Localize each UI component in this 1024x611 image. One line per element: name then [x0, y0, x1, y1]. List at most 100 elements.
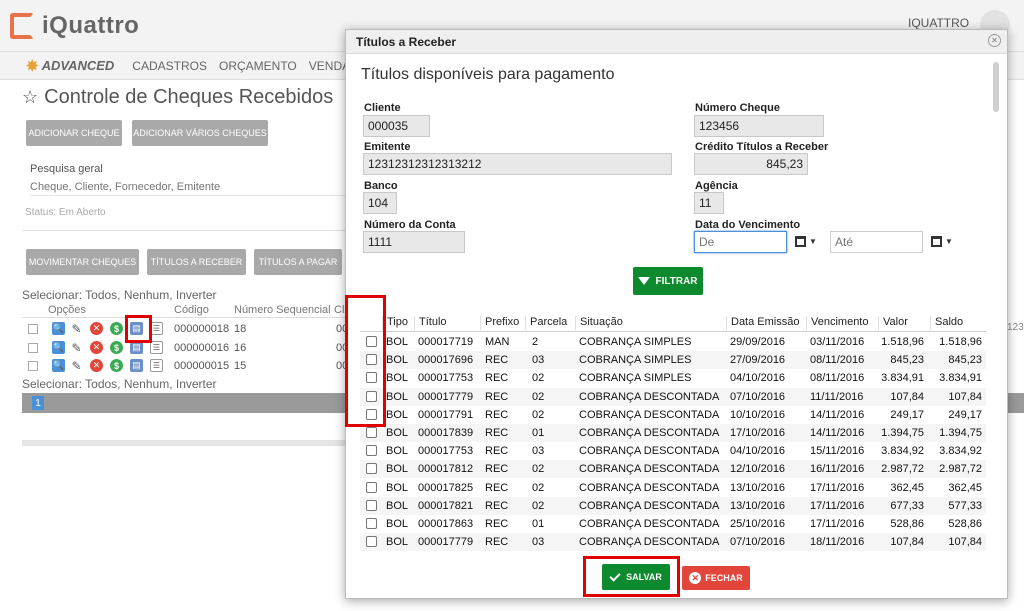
col-parcela[interactable]: Parcela [525, 316, 567, 330]
cell-titulo: 000017863 [418, 518, 474, 530]
numero-cheque-label: Número Cheque [695, 102, 780, 114]
cell-prefixo: REC [485, 445, 509, 458]
row-checkbox[interactable] [28, 361, 38, 371]
delete-icon[interactable]: ✕ [90, 341, 103, 354]
table-row[interactable]: BOL 000017812 REC 02 COBRANÇA DESCONTADA 12/1… [360, 460, 986, 479]
date-from-input[interactable] [694, 231, 787, 253]
col-data-emissao[interactable]: Data Emissão [726, 316, 799, 330]
col-opcoes: Opções [48, 304, 86, 316]
cell-saldo: 3.834,92 [939, 445, 982, 458]
dollar-icon[interactable]: $ [110, 359, 123, 372]
favorite-star-icon[interactable]: ☆ [22, 87, 38, 108]
date-to-input[interactable] [830, 231, 923, 253]
add-check-button[interactable]: ADICIONAR CHEQUE [26, 120, 122, 146]
edit-icon[interactable]: ✎ [70, 359, 83, 373]
cell-vencimento: 14/11/2016 [810, 408, 865, 421]
receivables-button[interactable]: TÍTULOS A RECEBER [147, 249, 246, 275]
col-prefixo[interactable]: Prefixo [480, 316, 519, 330]
gear-star-icon: ✸ [26, 57, 39, 75]
table-row[interactable]: BOL 000017753 REC 03 COBRANÇA DESCONTADA 04/1… [360, 442, 986, 460]
brand-advanced: ✸ ADVANCED [26, 57, 114, 75]
select-options-top[interactable]: Selecionar: Todos, Nenhum, Inverter [22, 288, 217, 302]
table-row[interactable]: BOL 000017863 REC 01 COBRANÇA DESCONTADA 25/1… [360, 515, 986, 533]
cell-situacao: COBRANÇA SIMPLES [579, 354, 692, 367]
row-checkbox[interactable] [366, 499, 377, 511]
table-row[interactable]: BOL 000017779 REC 02 COBRANÇA DESCONTADA 07/1… [360, 387, 986, 406]
table-row[interactable]: BOL 000017825 REC 02 COBRANÇA DESCONTADA 13/1… [360, 479, 986, 497]
search-icon[interactable]: 🔍 [52, 341, 65, 354]
col-numero-sequencial: Número Sequencial [234, 304, 331, 316]
vertical-scrollbar[interactable] [993, 62, 999, 112]
user-name[interactable]: IQUATTRO [908, 16, 969, 30]
page-number-button[interactable]: 1 [32, 396, 44, 410]
caret-down-icon: ▼ [809, 237, 817, 246]
table-row[interactable]: BOL 000017779 REC 03 COBRANÇA DESCONTADA 07/1… [360, 533, 986, 552]
edit-icon[interactable]: ✎ [70, 322, 83, 336]
list-icon[interactable]: ☰ [150, 359, 163, 372]
cell-saldo: 577,33 [948, 499, 982, 512]
col-cl: Cl [334, 304, 345, 316]
row-checkbox[interactable] [366, 536, 377, 548]
table-row[interactable]: BOL 000017791 REC 02 COBRANÇA DESCONTADA 10/1… [360, 406, 986, 424]
col-titulo[interactable]: Título [414, 316, 447, 330]
table-row[interactable]: BOL 000017753 REC 02 COBRANÇA SIMPLES 04/10/2… [360, 369, 986, 387]
col-situacao[interactable]: Situação [575, 316, 623, 330]
delete-icon[interactable]: ✕ [90, 359, 103, 372]
cell-saldo: 845,23 [948, 354, 982, 367]
delete-icon[interactable]: ✕ [90, 322, 103, 335]
dollar-icon[interactable]: $ [110, 322, 123, 335]
cell-tipo: BOL [386, 536, 409, 549]
row-checkbox[interactable] [28, 343, 38, 353]
close-icon[interactable]: ✕ [988, 34, 1001, 47]
table-row[interactable]: BOL 000017821 REC 02 COBRANÇA DESCONTADA 13/1… [360, 496, 986, 515]
cell-vencimento: 17/11/2016 [810, 481, 865, 494]
table-row[interactable]: BOL 000017839 REC 01 COBRANÇA DESCONTADA 17/1… [360, 424, 986, 442]
search-icon[interactable]: 🔍 [52, 359, 65, 372]
select-options-bottom[interactable]: Selecionar: Todos, Nenhum, Inverter [22, 377, 217, 391]
date-from-picker[interactable]: ▼ [795, 236, 817, 247]
horizontal-scrollbar[interactable] [22, 440, 352, 446]
col-vencimento[interactable]: Vencimento [806, 316, 868, 330]
payables-button[interactable]: TÍTULOS A PAGAR [254, 249, 342, 275]
add-many-checks-button[interactable]: ADICIONAR VÁRIOS CHEQUES [132, 120, 268, 146]
app-logo[interactable]: iQuattro [10, 12, 139, 40]
cell-prefixo: REC [485, 481, 509, 494]
row-checkbox[interactable] [366, 463, 377, 475]
cell-vencimento: 03/11/2016 [810, 336, 865, 348]
search-input[interactable] [30, 178, 350, 196]
dollar-icon[interactable]: $ [110, 341, 123, 354]
cell-situacao: COBRANÇA DESCONTADA [579, 445, 720, 458]
cell-tipo: BOL [386, 336, 409, 348]
menu-item-cadastros[interactable]: CADASTROS [132, 59, 207, 73]
row-checkbox[interactable] [28, 324, 38, 334]
filter-button[interactable]: FILTRAR [633, 267, 703, 295]
close-circle-icon: ✕ [689, 572, 702, 584]
cell-vencimento: 16/11/2016 [810, 463, 865, 476]
cell-tipo: BOL [386, 372, 409, 385]
cell-tipo: BOL [386, 408, 409, 421]
highlight-box-save [583, 556, 680, 597]
edit-icon[interactable]: ✎ [70, 341, 83, 355]
table-row: 🔍 ✎ ✕ $ ▤ ☰ 000000018 18 00 [22, 321, 352, 337]
row-seq: 18 [234, 323, 247, 335]
date-to-picker[interactable]: ▼ [931, 236, 953, 247]
table-row[interactable]: BOL 000017719 MAN 2 COBRANÇA SIMPLES 29/09/20… [360, 333, 986, 351]
dialog-subtitle: Títulos disponíveis para pagamento [361, 66, 615, 83]
emitente-label: Emitente [364, 141, 411, 153]
col-valor[interactable]: Valor [878, 316, 908, 330]
close-button[interactable]: ✕ FECHAR [682, 566, 750, 590]
col-saldo[interactable]: Saldo [930, 316, 963, 330]
row-checkbox[interactable] [366, 518, 377, 529]
move-checks-button[interactable]: MOVIMENTAR CHEQUES [26, 249, 139, 275]
table-row[interactable]: BOL 000017696 REC 03 COBRANÇA SIMPLES 27/09/2… [360, 351, 986, 370]
cell-parcela: 2 [532, 336, 539, 348]
search-icon[interactable]: 🔍 [52, 322, 65, 335]
row-checkbox[interactable] [366, 427, 377, 438]
row-checkbox[interactable] [366, 481, 377, 493]
menu-item-orcamento[interactable]: ORÇAMENTO [219, 59, 297, 73]
cell-valor: 107,84 [890, 536, 924, 549]
dialog-header: Títulos a Receber ✕ [346, 30, 1007, 54]
row-checkbox[interactable] [366, 445, 377, 457]
document-icon[interactable]: ▤ [130, 359, 143, 372]
cell-parcela: 02 [532, 390, 545, 403]
